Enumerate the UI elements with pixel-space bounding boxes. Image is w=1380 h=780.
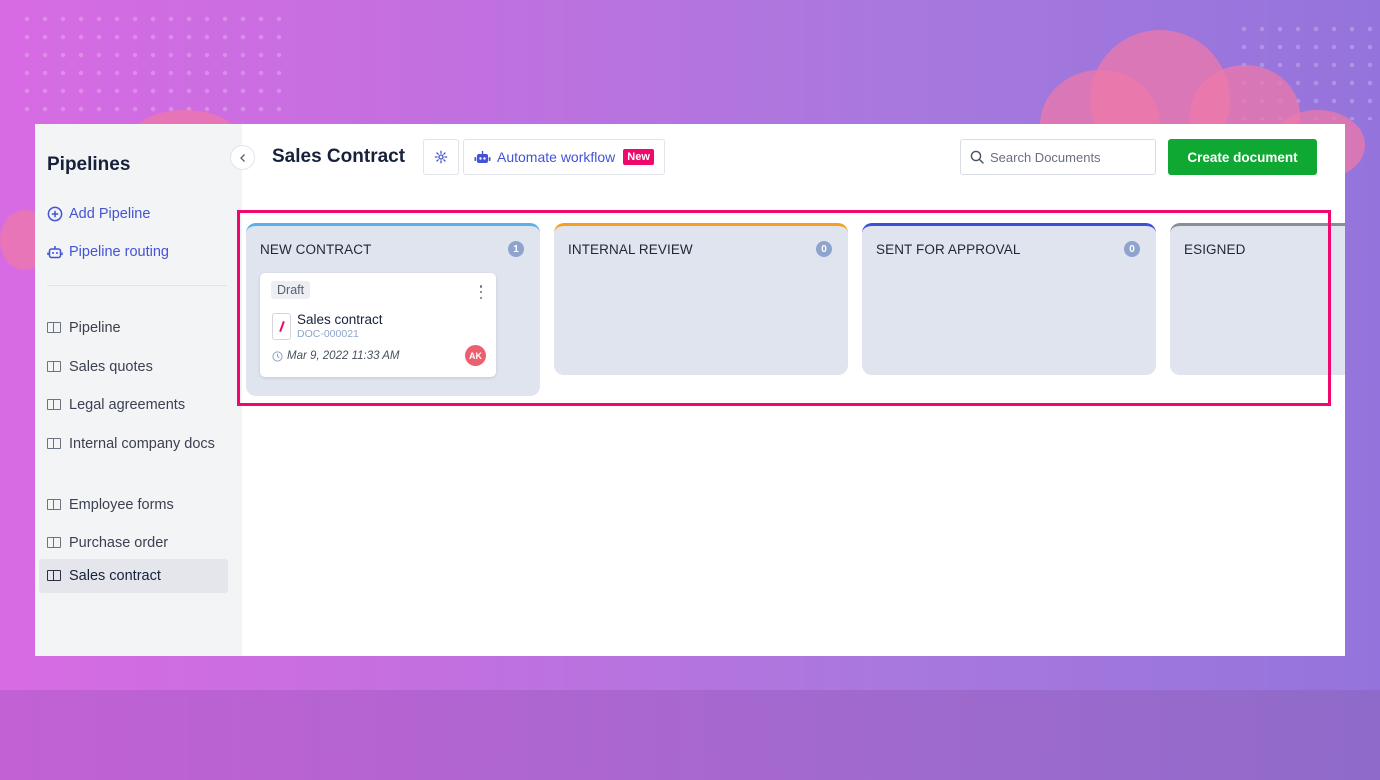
sidebar-item-legal-agreements[interactable]: Legal agreements [39,388,228,422]
pipeline-settings-button[interactable] [423,139,459,175]
sidebar-item-sales-contract[interactable]: Sales contract [39,559,228,593]
board-icon [47,537,61,548]
pipeline-routing-label: Pipeline routing [69,244,169,260]
sidebar-item-purchase-order[interactable]: Purchase order [39,526,228,560]
sidebar-item-label: Purchase order [69,535,169,551]
search-documents-field[interactable] [960,139,1156,175]
add-pipeline-button[interactable]: Add Pipeline [47,206,150,222]
create-document-button[interactable]: Create document [1168,139,1317,175]
background-footer-band [0,690,1380,780]
kanban-column-sent-for-approval: SENT FOR APPROVAL 0 [862,223,1156,375]
sidebar-item-employee-forms[interactable]: Employee forms [39,488,228,522]
page-title: Sales Contract [272,146,406,167]
kanban-column-esigned: ESIGNED [1170,223,1345,375]
robot-icon [47,246,63,259]
column-count-badge: 0 [1124,241,1140,257]
automate-workflow-button[interactable]: Automate workflow New [463,139,665,175]
document-file-icon [272,313,291,340]
sidebar-item-sales-quotes[interactable]: Sales quotes [39,350,228,384]
robot-icon [474,150,491,163]
add-pipeline-label: Add Pipeline [69,206,151,222]
column-title: ESIGNED [1184,242,1246,257]
plus-circle-icon [47,206,63,222]
collapse-sidebar-button[interactable] [230,145,255,170]
search-icon [970,150,984,164]
board-icon [47,361,61,372]
sidebar-item-label: Legal agreements [69,397,186,413]
column-count-badge: 0 [816,241,832,257]
gear-icon [434,150,448,164]
board-icon [47,322,61,333]
sidebar-item-label: Sales contract [69,568,161,584]
column-title: INTERNAL REVIEW [568,242,693,257]
document-id: DOC-000021 [297,328,359,340]
sidebar-item-label: Internal company docs [69,436,215,452]
sidebar-item-label: Employee forms [69,497,174,513]
document-date: Mar 9, 2022 11:33 AM [272,350,400,362]
sidebar-item-internal-company-docs[interactable]: Internal company docs [39,427,228,461]
pipeline-routing-button[interactable]: Pipeline routing [47,244,169,260]
document-name: Sales contract [297,312,383,327]
document-card[interactable]: Draft Sales contract DOC-000021 Mar 9, 2… [260,273,496,377]
board-icon [47,438,61,449]
app-window: Pipelines Add Pipeline Pipeline routing … [35,124,1345,656]
new-badge: New [623,149,654,165]
sidebar-divider [47,285,227,286]
background-dot-pattern [18,10,288,120]
search-input[interactable] [990,149,1150,165]
board-icon [47,499,61,510]
automate-workflow-label: Automate workflow [497,149,616,165]
more-options-icon[interactable] [476,285,486,299]
sidebar-item-label: Pipeline [69,320,121,336]
column-title: SENT FOR APPROVAL [876,242,1021,257]
status-badge: Draft [271,281,311,299]
chevron-left-icon [239,153,245,162]
kanban-column-internal-review: INTERNAL REVIEW 0 [554,223,848,375]
sidebar-item-pipeline[interactable]: Pipeline [39,311,228,345]
clock-icon [272,350,283,362]
assignee-avatar[interactable]: AK [465,345,486,366]
kanban-column-new-contract: NEW CONTRACT 1 Draft Sales contract DOC-… [246,223,540,396]
sidebar: Pipelines Add Pipeline Pipeline routing … [35,124,242,656]
sidebar-title: Pipelines [47,154,131,175]
column-title: NEW CONTRACT [260,242,372,257]
board-icon [47,399,61,410]
sidebar-item-label: Sales quotes [69,359,153,375]
document-date-text: Mar 9, 2022 11:33 AM [287,350,400,362]
board-icon [47,570,61,581]
column-count-badge: 1 [508,241,524,257]
